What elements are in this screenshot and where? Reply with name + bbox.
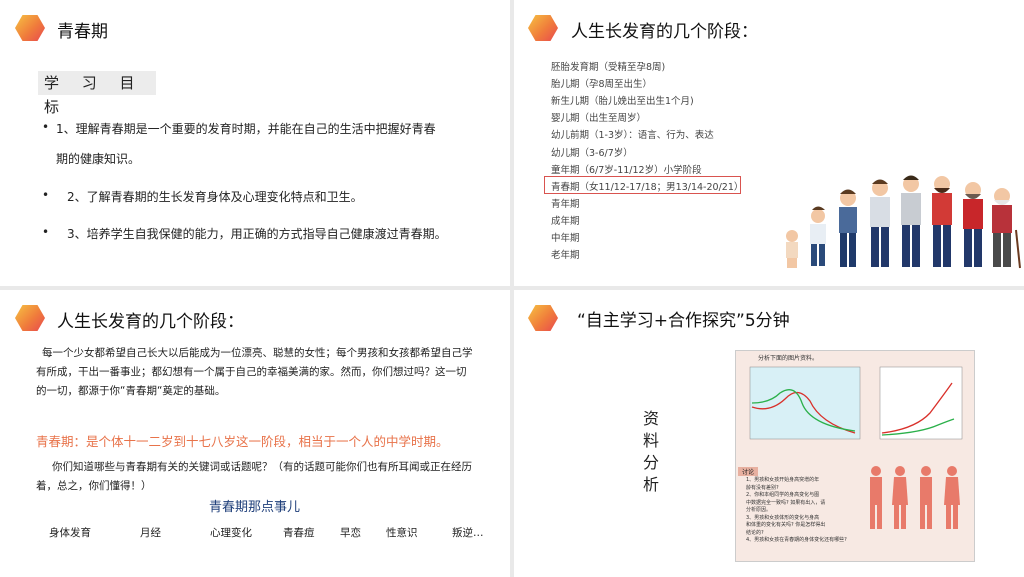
question-line: 结论的? (746, 529, 764, 536)
highlight-box (544, 176, 741, 194)
stage-item: 青年期 (551, 198, 580, 210)
side-label: 资料分析 (643, 409, 660, 494)
question-line: 龄有没有差别? (746, 484, 779, 491)
bullet-dot: • (42, 188, 50, 202)
keyword-acne: 青春痘 (283, 527, 315, 539)
data-analysis-figure: 分析下面的图片资料。 讨论 1、男孩和女孩开始身高突增的年 龄有没有差别? 2、… (735, 350, 975, 562)
question-line: 分析原因。 (746, 507, 772, 513)
slide-title: 青春期 (57, 22, 108, 42)
stage-item: 胎儿期（孕8周至出生） (551, 79, 653, 91)
middle-age-figure (963, 182, 983, 267)
bullet-1-cont: 期的健康知识。 (56, 152, 141, 166)
slide-title: “自主学习+合作探究”5分钟 (577, 311, 790, 331)
slide-2: 人生长发育的几个阶段： 胚胎发育期（受精至孕8周) 胎儿期（孕8周至出生） 新生儿期… (514, 0, 1024, 286)
bullet-2: 2、了解青春期的生长发育身体及心理变化特点和卫生。 (67, 190, 363, 204)
subheading: 青春期那点事儿 (209, 500, 301, 515)
young-man-figure (901, 175, 921, 267)
discussion-tag: 讨论 (738, 467, 759, 476)
growth-curve-charts (749, 366, 963, 440)
intro-line-1: 每一个少女都希望自己长大以后能成为一位漂亮、聪慧的女性；每个男孩和女孩都希望自己… (42, 347, 473, 359)
stage-item: 老年期 (551, 250, 580, 262)
slide-1: 青春期 学 习 目 标 • 1、理解青春期是一个重要的发育时期，并能在自己的生活… (0, 0, 510, 286)
keyword-love: 早恋 (340, 527, 361, 539)
question-line: 和体重的变化有关吗? 你是怎样得出 (746, 522, 826, 528)
bullet-dot: • (42, 225, 50, 239)
stage-item: 幼儿期（3-6/7岁） (551, 147, 633, 159)
hexagon-icon (528, 305, 558, 331)
question-line-2: 着，总之，你们懂得！） (36, 480, 152, 492)
keyword-rebellion: 叛逆… (452, 527, 484, 539)
keyword-body: 身体发育 (49, 527, 91, 539)
question-line: 2、你和本组同学的身高变化与图 (746, 492, 820, 498)
hexagon-icon (15, 15, 45, 41)
intro-line-3: 的一切，都源于你“青春期“奠定的基础。 (36, 385, 226, 397)
stage-item: 幼儿前期（1-3岁）：语言、行为、表达 (551, 130, 714, 142)
boy-figure (839, 189, 857, 267)
stage-item: 童年期（6/7岁-11/12岁）小学阶段 (551, 164, 702, 176)
stage-item: 中年期 (551, 233, 580, 244)
definition-text: 青春期：是个体十一二岁到十七八岁这一阶段，相当于一个人的中学时期。 (36, 434, 449, 449)
keyword-psychology: 心理变化 (210, 527, 252, 539)
slide-title: 人生长发育的几个阶段： (57, 312, 244, 332)
question-line: 3、男孩和女孩体形的变化与身高 (746, 514, 820, 521)
growth-stages-illustration (786, 175, 1021, 269)
body-shape-figures (870, 466, 960, 529)
figure-caption: 分析下面的图片资料。 (758, 355, 819, 362)
question-line: 中数据完全一致吗? 如果有出入，请 (746, 499, 826, 506)
stage-item: 新生儿期（胎儿娩出至出生1个月) (551, 96, 694, 108)
slide-title: 人生长发育的几个阶段： (571, 22, 758, 42)
question-list: 1、男孩和女孩开始身高突增的年 龄有没有差别? 2、你和本组同学的身高变化与图 … (746, 477, 847, 545)
adult-figure (932, 176, 952, 267)
intro-line-2: 有所成，干出一番事业；都幻想有一个属于自己的幸福美满的家。然而，你们想过吗？这一… (36, 366, 467, 378)
question-line: 4、男孩和女孩在青春期的身体变化还有哪些? (746, 537, 847, 543)
hexagon-icon (15, 305, 45, 331)
bullet-3: 3、培养学生自我保健的能力，用正确的方式指导自己健康渡过青春期。 (67, 227, 447, 241)
keyword-menstruation: 月经 (140, 527, 161, 539)
stage-item: 成年期 (551, 215, 580, 227)
stage-item: 婴儿期（出生至周岁） (551, 113, 647, 125)
question-line: 1、男孩和女孩开始身高突增的年 (746, 477, 820, 483)
goal-heading: 学 习 目 标 (38, 71, 156, 116)
elder-figure (992, 188, 1021, 269)
hexagon-icon (528, 15, 558, 41)
bullet-dot: • (42, 120, 50, 134)
stage-item: 胚胎发育期（受精至孕8周) (551, 62, 666, 73)
child-figure (810, 206, 826, 266)
teen-figure (870, 179, 890, 267)
baby-figure (786, 230, 798, 268)
question-line-1: 你们知道哪些与青春期有关的关键词或话题呢？（有的话题可能你们也有所耳闻或正在经历 (52, 461, 472, 473)
bullet-1: 1、理解青春期是一个重要的发育时期，并能在自己的生活中把握好青春 (56, 122, 436, 136)
keyword-awareness: 性意识 (386, 527, 418, 539)
